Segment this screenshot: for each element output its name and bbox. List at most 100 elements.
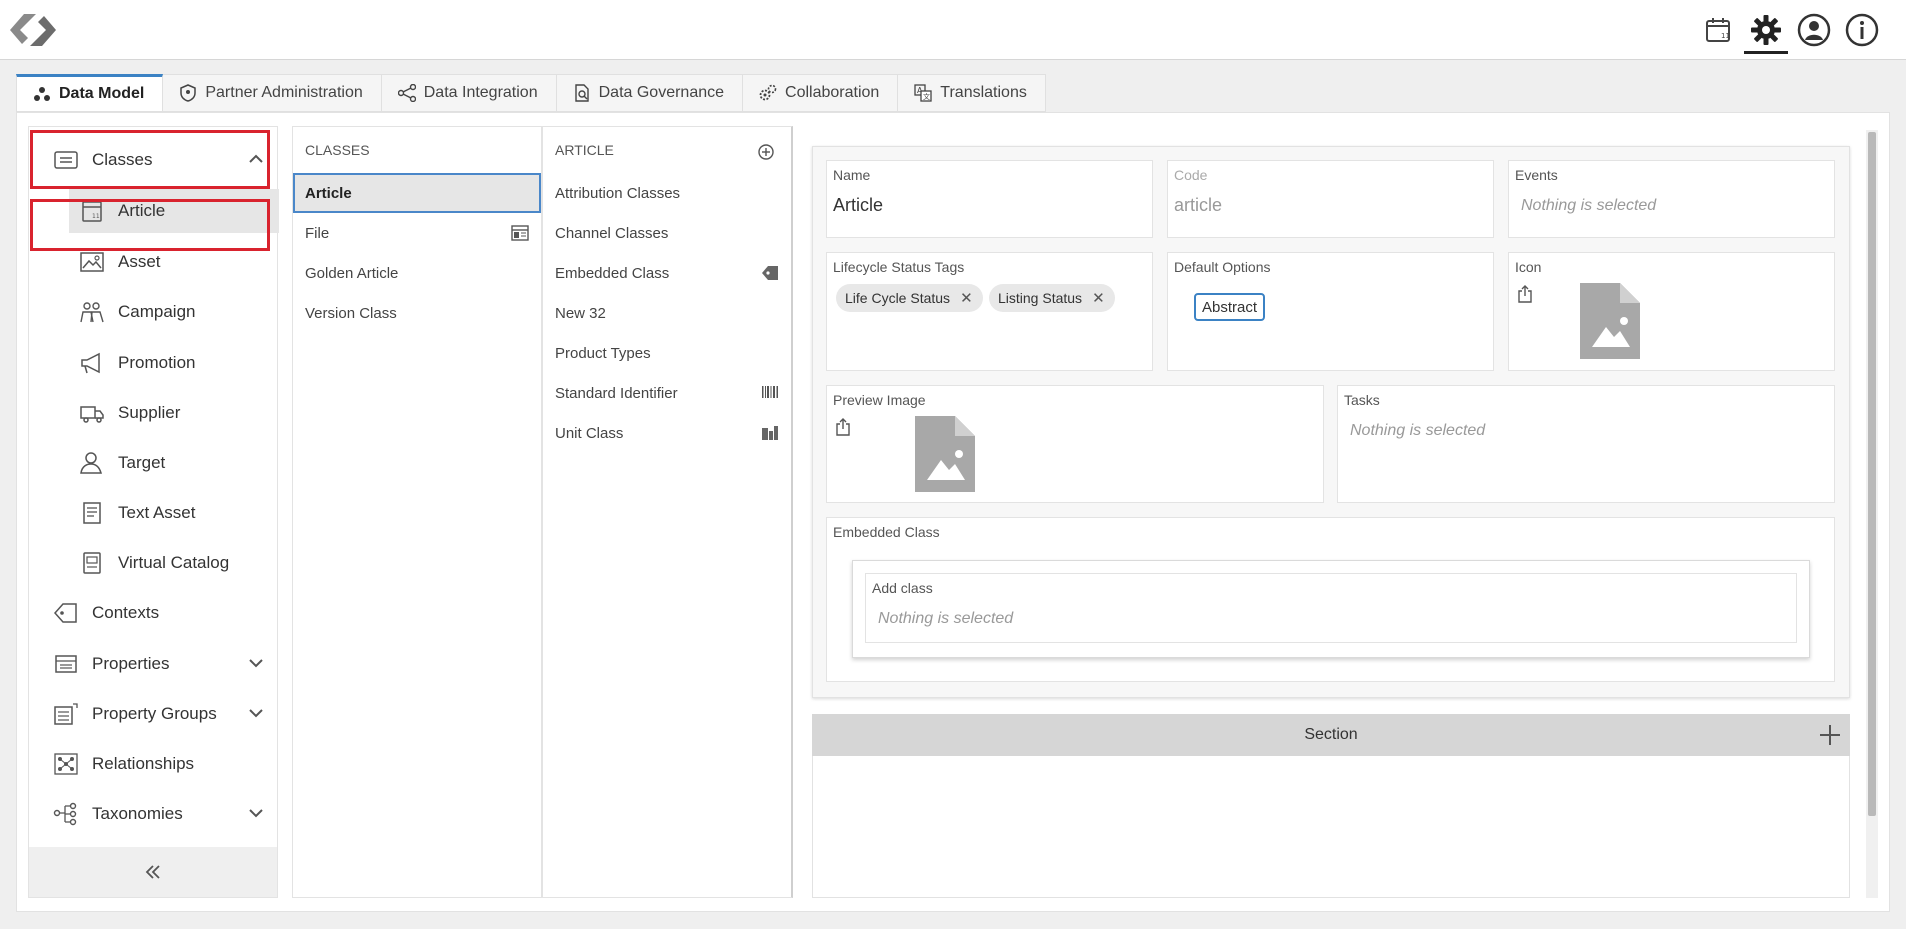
chevron-up-icon[interactable] [247, 150, 265, 168]
embedded-class-label: Embedded Class [833, 524, 940, 540]
network-icon [54, 753, 78, 775]
user-icon[interactable] [1790, 8, 1838, 52]
nav-asset[interactable]: Asset [29, 240, 279, 284]
section-body [812, 756, 1850, 898]
nav-label: Classes [92, 150, 153, 169]
tasks-placeholder[interactable]: Nothing is selected [1350, 422, 1485, 440]
code-label: Code [1174, 167, 1208, 183]
recycle-icon [34, 87, 50, 101]
nav-supplier[interactable]: Supplier [29, 391, 279, 435]
property-groups-icon [54, 703, 78, 725]
nav-text-asset[interactable]: Text Asset [29, 491, 279, 535]
tab-data-governance[interactable]: Data Governance [556, 74, 744, 112]
nav-properties[interactable]: Properties [29, 642, 279, 686]
chevron-down-icon[interactable] [247, 654, 265, 672]
article-item-new-32[interactable]: New 32 [543, 293, 791, 333]
app-logo[interactable] [10, 10, 56, 50]
double-chevron-left-icon [145, 865, 160, 879]
article-item-product-types[interactable]: Product Types [543, 333, 791, 373]
svg-text:11: 11 [1721, 32, 1730, 40]
tasks-label: Tasks [1344, 392, 1380, 408]
person-icon [80, 452, 102, 474]
plus-icon[interactable] [1818, 723, 1842, 747]
lifecycle-status-tags-field[interactable]: Lifecycle Status Tags Life Cycle Status … [826, 252, 1153, 371]
nav-contexts[interactable]: Contexts [29, 591, 279, 635]
properties-icon [55, 655, 77, 673]
nav-target[interactable]: Target [29, 441, 279, 485]
collapse-nav-button[interactable] [29, 847, 277, 897]
article-column: ARTICLE Attribution Classes Channel Clas… [542, 126, 793, 898]
remove-chip-icon[interactable]: ✕ [960, 289, 973, 307]
chip-listing-status: Listing Status ✕ [989, 284, 1115, 312]
nav-relationships[interactable]: Relationships [29, 742, 279, 786]
events-field[interactable]: Events Nothing is selected [1508, 160, 1835, 238]
scrollbar-thumb[interactable] [1868, 132, 1876, 816]
article-item-channel-classes[interactable]: Channel Classes [543, 213, 791, 253]
article-item-label: New 32 [555, 304, 606, 322]
remove-chip-icon[interactable]: ✕ [1092, 289, 1105, 307]
section-header: Section [812, 714, 1850, 756]
name-value[interactable]: Article [833, 195, 883, 216]
tag-filled-icon [762, 266, 778, 280]
nav-label: Asset [118, 252, 161, 271]
chip-label: Life Cycle Status [845, 290, 951, 306]
tasks-field[interactable]: Tasks Nothing is selected [1337, 385, 1835, 503]
tab-label: Data Integration [423, 84, 538, 101]
article-item-unit-class[interactable]: Unit Class [543, 413, 791, 453]
article-item-standard-identifier[interactable]: Standard Identifier [543, 373, 791, 413]
calendar-icon[interactable]: 11 [1694, 8, 1742, 52]
nav-virtual-catalog[interactable]: Virtual Catalog [29, 541, 279, 585]
article-column-header: ARTICLE [555, 142, 614, 158]
gear-icon[interactable] [1742, 8, 1790, 54]
name-field[interactable]: Name Article [826, 160, 1153, 238]
article-item-embedded-class[interactable]: Embedded Class [543, 253, 791, 293]
nav-label: Target [118, 453, 166, 472]
tag-icon [53, 603, 77, 623]
chevron-down-icon[interactable] [247, 704, 265, 722]
class-item-article[interactable]: Article [293, 173, 541, 213]
events-placeholder[interactable]: Nothing is selected [1521, 197, 1656, 215]
add-class-placeholder[interactable]: Nothing is selected [878, 610, 1013, 628]
nav-campaign[interactable]: Campaign [29, 290, 279, 334]
tab-translations[interactable]: A文 Translations [898, 74, 1046, 112]
abstract-toggle[interactable]: Abstract [1194, 293, 1266, 321]
svg-text:文: 文 [923, 92, 930, 101]
nav-property-groups[interactable]: Property Groups [29, 692, 279, 736]
class-item-golden-article[interactable]: Golden Article [293, 253, 541, 293]
nav-taxonomies[interactable]: Taxonomies [29, 792, 279, 836]
article-item-label: Embedded Class [555, 264, 670, 282]
icon-label: Icon [1515, 259, 1542, 275]
preview-image-field: Preview Image [826, 385, 1324, 503]
class-item-label: Golden Article [305, 264, 399, 282]
nav-label: Campaign [118, 302, 196, 321]
upload-icon[interactable] [835, 418, 851, 436]
tab-data-model[interactable]: Data Model [16, 74, 164, 112]
chevron-down-icon[interactable] [247, 804, 265, 822]
tab-data-integration[interactable]: Data Integration [381, 74, 557, 112]
add-class-panel: Add class Nothing is selected [852, 560, 1810, 658]
nav-classes[interactable]: Classes [29, 138, 279, 182]
tab-collaboration[interactable]: Collaboration [743, 74, 899, 112]
add-circle-icon[interactable] [757, 143, 775, 161]
class-item-file[interactable]: File [293, 213, 541, 253]
article-item-attribution-classes[interactable]: Attribution Classes [543, 173, 791, 213]
nav-article[interactable]: 11 Article [69, 189, 279, 233]
upload-icon[interactable] [1517, 285, 1533, 303]
nav-label: Property Groups [92, 704, 217, 723]
tree-icon [53, 802, 77, 826]
article-icon: 11 [82, 201, 102, 222]
events-label: Events [1515, 167, 1558, 183]
class-item-version-class[interactable]: Version Class [293, 293, 541, 333]
catalog-icon [83, 552, 101, 574]
nav-label: Article [118, 201, 166, 220]
tab-partner-administration[interactable]: Partner Administration [163, 74, 382, 112]
text-doc-icon [83, 502, 101, 524]
add-class-field[interactable]: Add class Nothing is selected [865, 573, 1797, 643]
article-item-label: Attribution Classes [555, 184, 681, 202]
icon-field: Icon [1508, 252, 1835, 371]
nav-promotion[interactable]: Promotion [29, 341, 279, 385]
barcode-icon [762, 386, 778, 398]
image-placeholder-icon [1580, 283, 1640, 359]
info-icon[interactable] [1838, 8, 1886, 52]
image-placeholder-icon [915, 416, 975, 492]
